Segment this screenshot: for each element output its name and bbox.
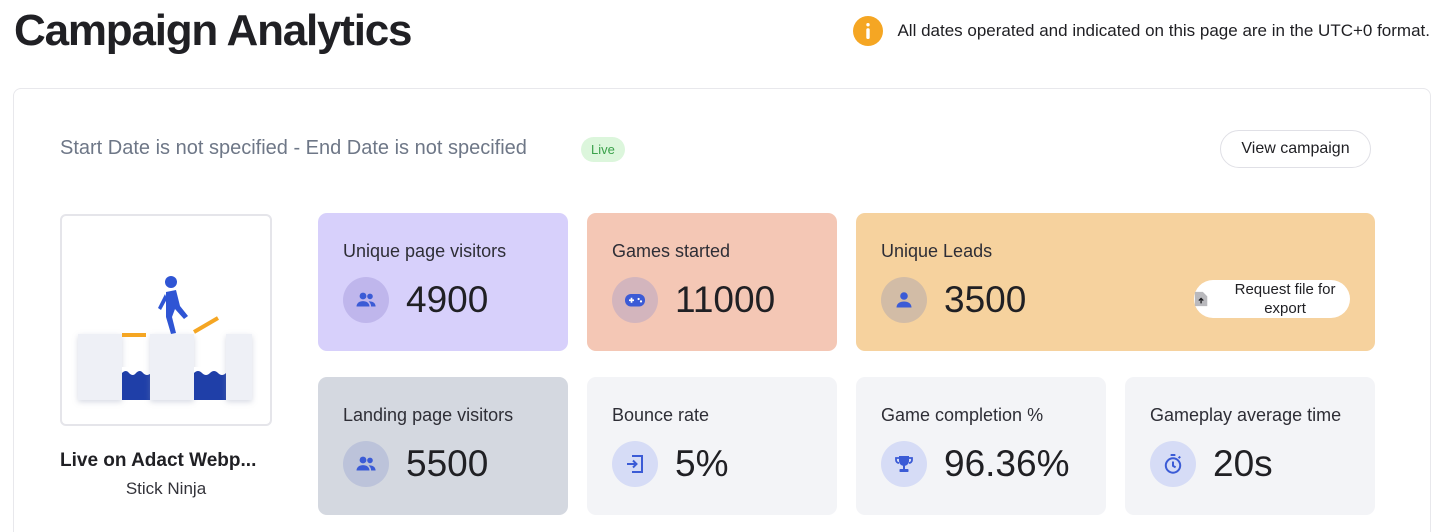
campaign-game: Stick Ninja <box>125 479 207 498</box>
notice-text: All dates operated and indicated on this… <box>897 21 1430 40</box>
campaign-dates: Start Date is not specified - End Date i… <box>60 137 527 159</box>
status-badge: Live <box>581 137 625 162</box>
stat-value: 4900 <box>406 279 489 320</box>
stat-label: Bounce rate <box>612 405 710 425</box>
stat-label: Unique page visitors <box>343 241 507 261</box>
stat-label: Games started <box>612 241 731 261</box>
analytics-panel: Start Date is not specified - End Date i… <box>13 88 1431 532</box>
utc-notice: All dates operated and indicated on this… <box>853 16 1430 46</box>
stat-value: 20s <box>1213 443 1273 484</box>
stat-label: Game completion % <box>881 405 1044 425</box>
unique-leads-card: Unique Leads 3500 Request file for expor… <box>856 213 1375 351</box>
stat-value: 5% <box>675 443 729 484</box>
timer-icon <box>1150 441 1196 487</box>
stat-value: 5500 <box>406 443 489 484</box>
stat-value: 11000 <box>675 279 776 320</box>
users-icon <box>343 277 389 323</box>
campaign-thumbnail[interactable] <box>60 214 272 426</box>
stick-ninja-illustration <box>78 276 252 400</box>
games-started-card: Games started 11000 <box>587 213 837 351</box>
stat-value: 3500 <box>944 279 1027 320</box>
stat-label: Unique Leads <box>881 241 993 261</box>
stat-label: Landing page visitors <box>343 405 514 425</box>
page-title: Campaign Analytics <box>14 6 413 55</box>
avg-time-card: Gameplay average time 20s <box>1125 377 1375 515</box>
export-label: Request file for export <box>1234 281 1336 317</box>
gamepad-icon <box>612 277 658 323</box>
unique-visitors-card: Unique page visitors 4900 <box>318 213 568 351</box>
stat-label: Gameplay average time <box>1150 405 1342 425</box>
file-upload-icon <box>1194 291 1208 307</box>
person-icon <box>881 277 927 323</box>
users-icon <box>343 441 389 487</box>
landing-visitors-card: Landing page visitors 5500 <box>318 377 568 515</box>
completion-card: Game completion % 96.36% <box>856 377 1106 515</box>
stat-value: 96.36% <box>944 443 1070 484</box>
campaign-name: Live on Adact Webp... <box>60 450 257 471</box>
info-icon <box>853 16 884 46</box>
request-export-button[interactable]: Request file for export <box>1194 280 1350 318</box>
view-campaign-button[interactable]: View campaign <box>1220 130 1371 168</box>
bounce-rate-card: Bounce rate 5% <box>587 377 837 515</box>
exit-icon <box>612 441 658 487</box>
trophy-icon <box>881 441 927 487</box>
